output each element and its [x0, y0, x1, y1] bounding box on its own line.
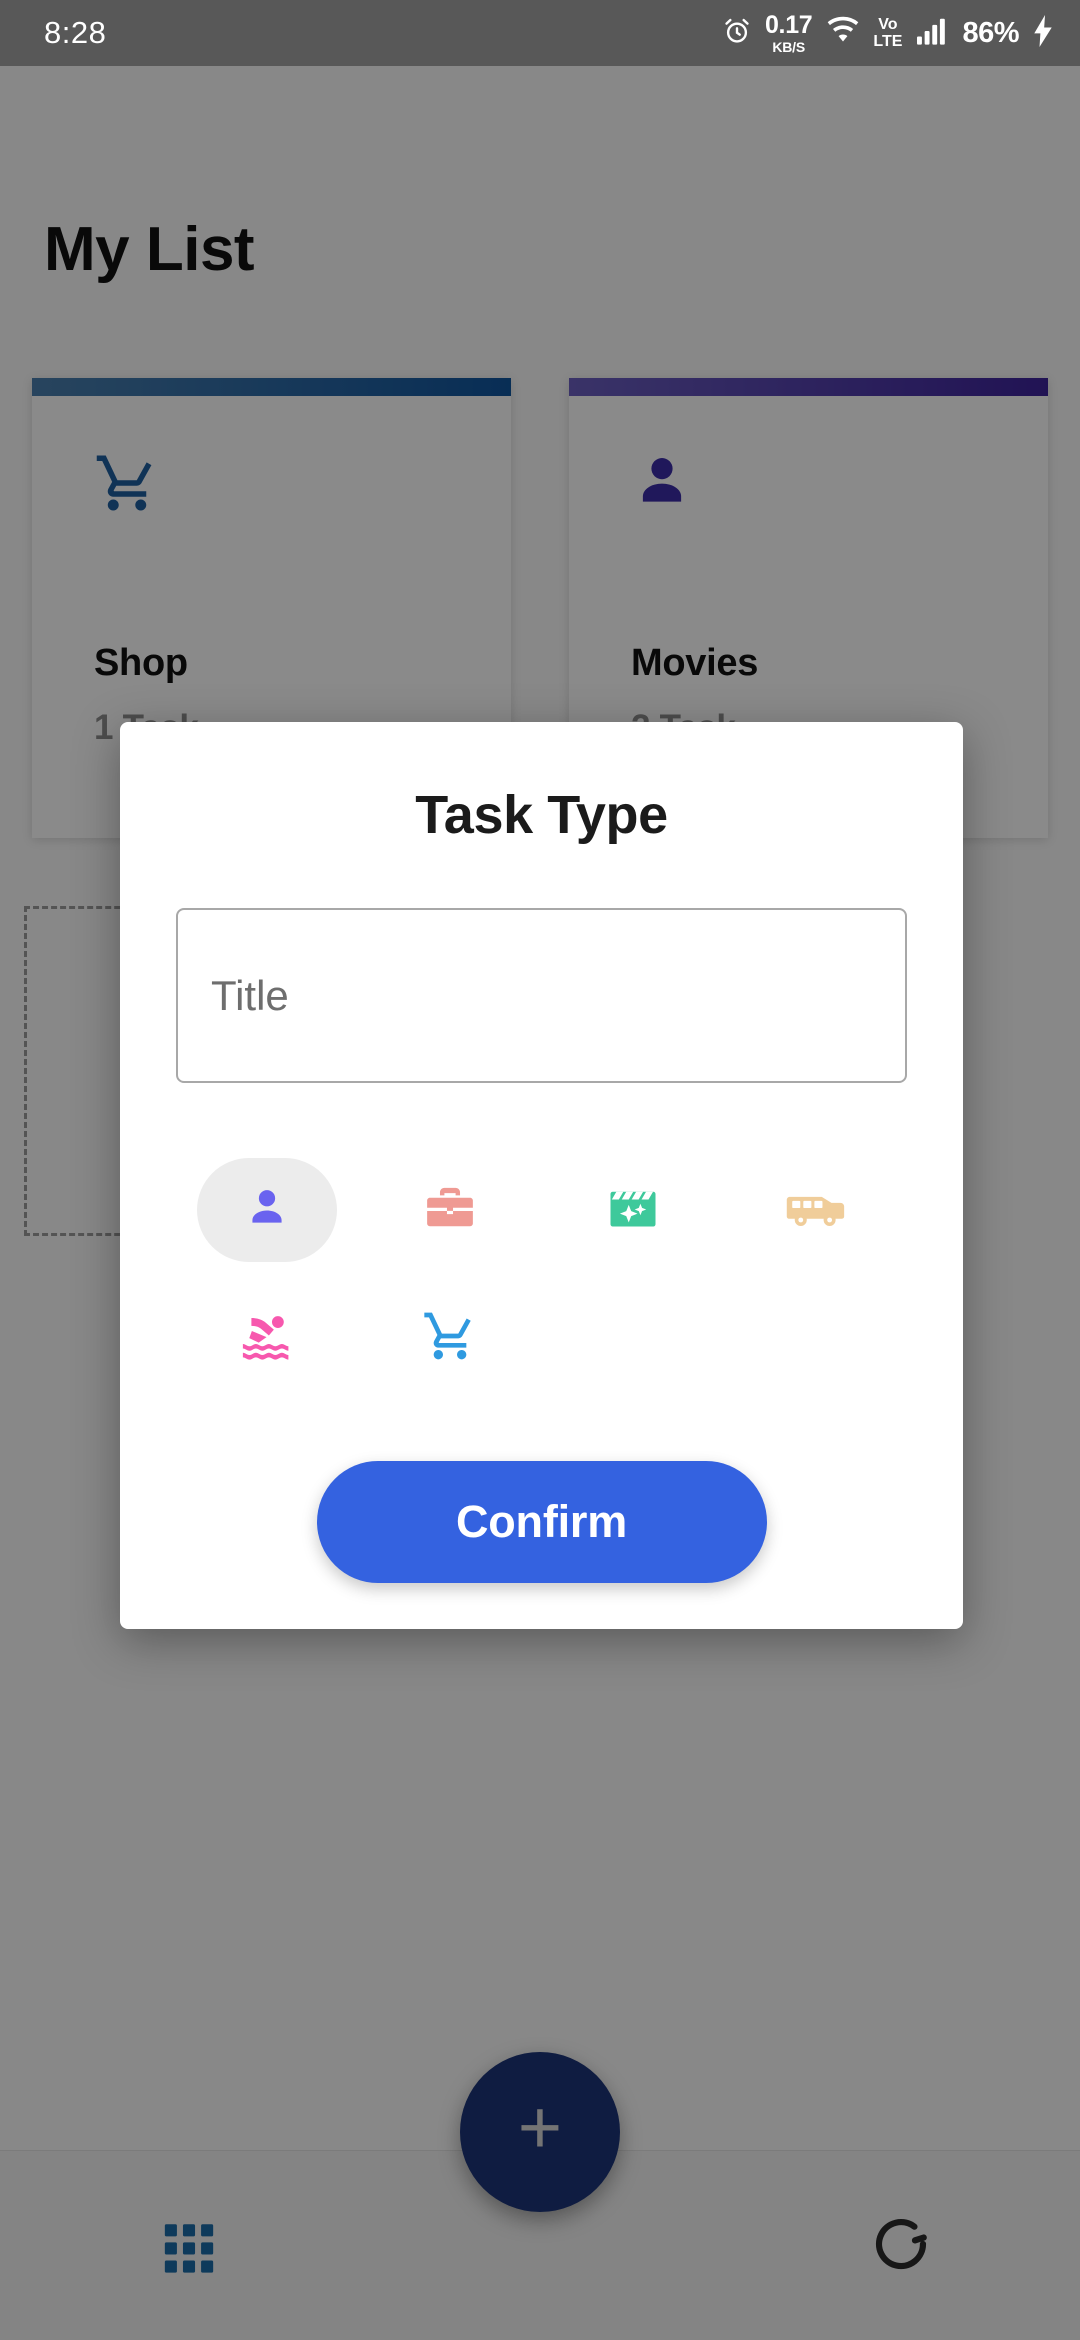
task-type-option-person[interactable]: [176, 1155, 359, 1265]
task-type-pill: [563, 1158, 703, 1262]
swimming-icon: [238, 1310, 296, 1367]
movie-clapper-icon: [606, 1181, 660, 1240]
task-type-option-shopping[interactable]: [359, 1283, 542, 1393]
status-bar: 8:28 0.17 KB/S Vo LTE 86%: [0, 0, 1080, 66]
task-type-pill: [197, 1158, 338, 1262]
task-type-pill: [380, 1286, 520, 1390]
volte-bottom-label: LTE: [873, 32, 903, 50]
task-type-icon-grid: [176, 1155, 907, 1393]
title-input-field[interactable]: [176, 908, 907, 1083]
battery-percent: 86%: [962, 16, 1019, 49]
title-input[interactable]: [211, 971, 872, 1020]
network-speed-unit: KB/S: [772, 38, 806, 55]
status-time: 8:28: [44, 15, 107, 50]
task-type-pill: [746, 1158, 886, 1262]
task-type-option-movie[interactable]: [542, 1155, 725, 1265]
network-speed-value: 0.17: [764, 10, 813, 39]
confirm-button-row: Confirm: [120, 1461, 963, 1583]
person-icon: [242, 1183, 292, 1238]
task-type-option-swimming[interactable]: [176, 1283, 359, 1393]
status-icons: 0.17 KB/S Vo LTE 86%: [722, 10, 1054, 55]
task-type-pill: [380, 1158, 520, 1262]
briefcase-icon: [422, 1180, 478, 1241]
dialog-title: Task Type: [415, 785, 668, 845]
van-icon: [786, 1185, 846, 1236]
confirm-button[interactable]: Confirm: [316, 1461, 767, 1583]
task-type-pill: [197, 1286, 337, 1390]
charging-bolt-icon: [1032, 14, 1054, 52]
task-type-option-travel[interactable]: [724, 1155, 907, 1265]
cellular-signal-icon: [915, 16, 949, 51]
volte-top-label: Vo: [878, 15, 898, 33]
task-type-option-work[interactable]: [359, 1155, 542, 1265]
volte-icon: Vo LTE: [873, 15, 903, 50]
network-speed-indicator: 0.17 KB/S: [764, 10, 813, 55]
alarm-icon: [722, 16, 752, 51]
shopping-cart-icon: [422, 1308, 478, 1369]
task-type-dialog: Task Type Title Confirm: [120, 722, 963, 1629]
wifi-icon: [826, 14, 860, 53]
